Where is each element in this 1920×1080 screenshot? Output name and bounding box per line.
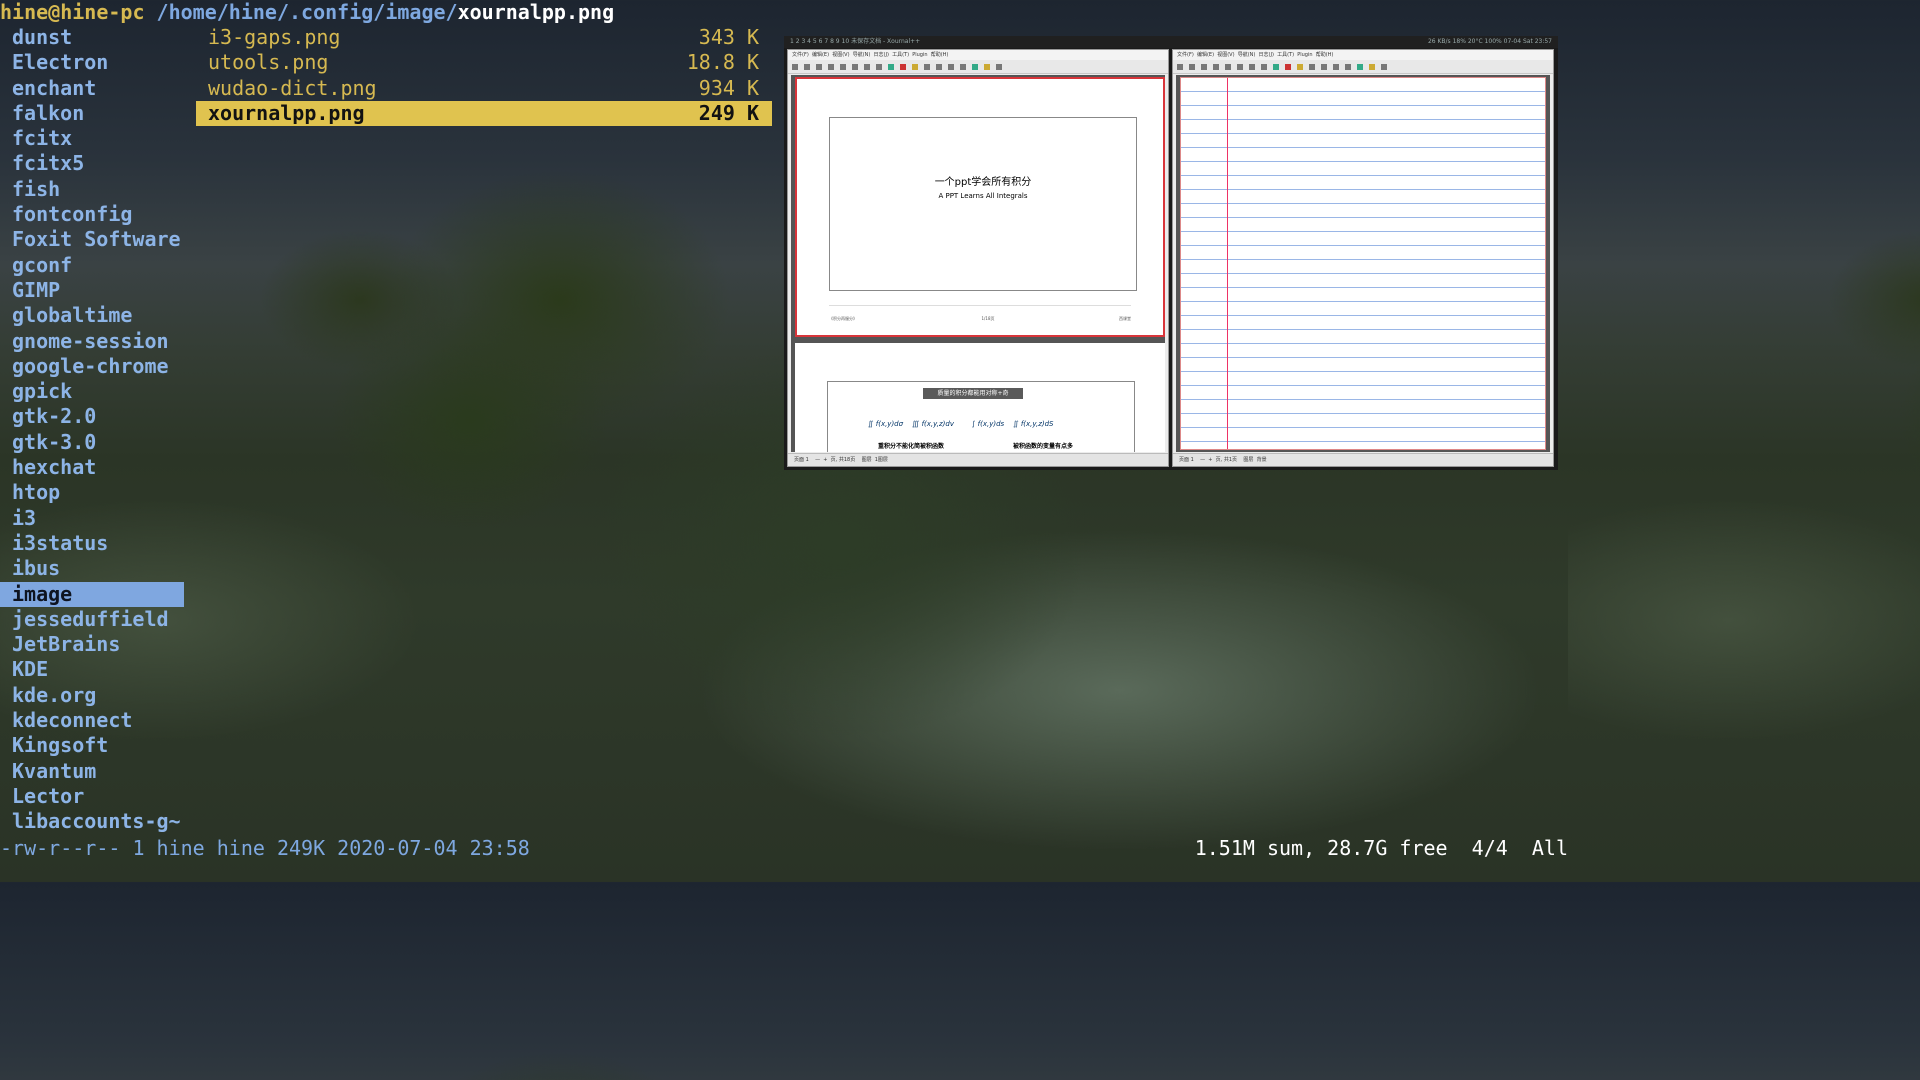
file-size: 343 K [698, 25, 759, 49]
footer-left: 《积分再服分》 [829, 315, 857, 321]
directory-item[interactable]: fcitx5 [0, 151, 184, 176]
xournal-menubar-2: 文件(F) 编辑(E) 视图(V) 导航(N) 日志(J) 工具(T) Plug… [1173, 50, 1553, 60]
xournal-canvas-2 [1176, 75, 1550, 452]
xournal-statusbar: 页面 1 — + 页, 共18页 图层 1图层 [788, 453, 1168, 466]
directory-item[interactable]: dunst [0, 25, 184, 50]
directory-item[interactable]: ibus [0, 556, 184, 581]
directory-item[interactable]: GIMP [0, 278, 184, 303]
preview-workspaces: 1 2 3 4 5 6 7 8 9 10 未保存文档 - Xournal++ [790, 38, 921, 45]
directory-list: dunst Electron enchant falkon fcitx fcitx5 fis… [0, 25, 184, 835]
directory-item[interactable]: Foxit Software [0, 227, 184, 252]
file-item[interactable]: utools.png 18.8 K [196, 50, 772, 75]
file-list: i3-gaps.png 343 Kutools.png 18.8 Kwudao-di… [196, 25, 772, 127]
directory-item[interactable]: JetBrains [0, 632, 184, 657]
preview-top-bar: 1 2 3 4 5 6 7 8 9 10 未保存文档 - Xournal++ 26… [784, 36, 1558, 48]
page-footer: 《积分再服分》 1/18页 西课堂 [829, 304, 1131, 331]
slide2-title: 质量的积分都能用对称+奇 [923, 388, 1023, 399]
directory-item[interactable]: Electron [0, 50, 184, 75]
disk-summary-status: 1.51M sum, 28.7G free 4/4 All [1194, 836, 1568, 860]
shell-prompt-path: hine@hine-pc /home/hine/.config/image/xo… [0, 0, 614, 26]
footer-mid: 1/18页 [981, 315, 995, 321]
directory-item[interactable]: i3 [0, 506, 184, 531]
xournal-toolbar [788, 60, 1168, 74]
file-size: 249 K [698, 100, 759, 125]
slide-title-box: 一个ppt学会所有积分 A PPT Learns All Integrals [829, 117, 1137, 291]
directory-item[interactable]: fcitx [0, 126, 184, 151]
directory-item[interactable]: gpick [0, 379, 184, 404]
directory-item[interactable]: gconf [0, 253, 184, 278]
directory-item[interactable]: i3status [0, 531, 184, 556]
directory-item[interactable]: Lector [0, 784, 184, 809]
directory-item[interactable]: gnome-session [0, 329, 184, 354]
xournal-menubar: 文件(F) 编辑(E) 视图(V) 导航(N) 日志(J) 工具(T) Plug… [788, 50, 1168, 60]
slide-2: 质量的积分都能用对称+奇 ∬ f(x,y)dσ ∭ f(x,y,z)dv ∫ f… [827, 381, 1135, 452]
directory-item[interactable]: htop [0, 480, 184, 505]
slide-subtitle: A PPT Learns All Integrals [938, 192, 1028, 200]
xournal-canvas: 一个ppt学会所有积分 A PPT Learns All Integrals 《… [791, 75, 1165, 452]
directory-item[interactable]: kde.org [0, 683, 184, 708]
xournal-statusbar-2: 页面 1 — + 页, 共1页 图层 背景 [1173, 453, 1553, 466]
directory-item[interactable]: image [0, 581, 184, 607]
directory-item[interactable]: fontconfig [0, 202, 184, 227]
pdf-page-1: 一个ppt学会所有积分 A PPT Learns All Integrals 《… [795, 77, 1165, 337]
directory-item[interactable]: gtk-2.0 [0, 404, 184, 429]
directory-item[interactable]: Kingsoft [0, 733, 184, 758]
file-name: i3-gaps.png [208, 25, 341, 49]
file-size: 934 K [698, 75, 759, 100]
file-size: 18.8 K [686, 50, 759, 75]
preview-system-tray: 26 KB/s 18% 20°C 100% 07-04 Sat 23:57 [1427, 38, 1552, 45]
directory-item[interactable]: kdeconnect [0, 708, 184, 733]
file-name: utools.png [208, 50, 329, 75]
directory-item[interactable]: falkon [0, 101, 184, 126]
xournal-toolbar-2 [1173, 60, 1553, 74]
file-item[interactable]: xournalpp.png 249 K [196, 100, 772, 127]
image-preview: 1 2 3 4 5 6 7 8 9 10 未保存文档 - Xournal++ 26… [784, 36, 1558, 470]
xournal-window-left: 文件(F) 编辑(E) 视图(V) 导航(N) 日志(J) 工具(T) Plug… [787, 49, 1169, 467]
slide2-caption-a: 重积分不能化简被积函数 [878, 443, 945, 450]
directory-item[interactable]: KDE [0, 657, 184, 682]
directory-item[interactable]: google-chrome [0, 354, 184, 379]
directory-item[interactable]: hexchat [0, 455, 184, 480]
directory-item[interactable]: gtk-3.0 [0, 430, 184, 455]
lined-page [1180, 77, 1546, 450]
prompt-user-host: hine@hine-pc [0, 0, 145, 24]
directory-item[interactable]: enchant [0, 76, 184, 101]
file-info-status: -rw-r--r-- 1 hine hine 249K 2020-07-04 2… [0, 836, 530, 860]
directory-item[interactable]: globaltime [0, 303, 184, 328]
file-item[interactable]: wudao-dict.png 934 K [196, 76, 772, 101]
directory-item[interactable]: libaccounts-g~ [0, 809, 184, 834]
slide2-caption-b: 被积函数的变量有点多 [1013, 443, 1074, 450]
file-item[interactable]: i3-gaps.png 343 K [196, 25, 772, 50]
page-margin-line [1227, 78, 1228, 449]
prompt-path: /home/hine/.config/image/ [156, 0, 458, 24]
footer-right: 西课堂 [1118, 315, 1131, 321]
file-name: xournalpp.png [208, 100, 365, 125]
xournal-window-right: 文件(F) 编辑(E) 视图(V) 导航(N) 日志(J) 工具(T) Plug… [1172, 49, 1554, 467]
prompt-file: xournalpp.png [457, 0, 615, 24]
file-name: wudao-dict.png [208, 75, 377, 100]
directory-item[interactable]: fish [0, 177, 184, 202]
pdf-page-2: 质量的积分都能用对称+奇 ∬ f(x,y)dσ ∭ f(x,y,z)dv ∫ f… [795, 343, 1165, 452]
directory-item[interactable]: Kvantum [0, 759, 184, 784]
directory-item[interactable]: jesseduffield [0, 607, 184, 632]
